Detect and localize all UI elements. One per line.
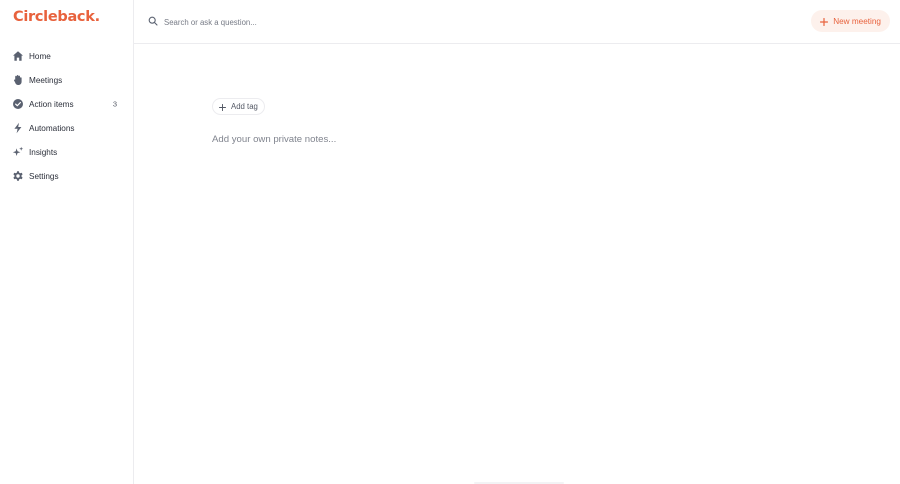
sidebar-nav: Home Meetings Action items 3 Automations… [0,44,134,188]
sidebar-item-label: Settings [29,171,59,181]
search-input[interactable] [164,17,394,27]
top-bar: New meeting [134,0,900,44]
check-circle-icon [12,98,24,110]
sidebar-item-label: Insights [29,147,58,157]
sidebar-item-label: Home [29,51,51,61]
action-items-count-badge: 3 [112,99,117,109]
main-content: Add tag [134,45,900,484]
sidebar-item-automations[interactable]: Automations [0,116,134,140]
sidebar-item-action-items[interactable]: Action items 3 [0,92,134,116]
plus-icon [820,14,829,29]
app-window: Circleback. Home Meetings Action items 3… [0,0,900,484]
meetings-hand-icon [12,74,24,86]
sidebar-item-label: Meetings [29,75,63,85]
lightning-icon [12,122,24,134]
sidebar-item-insights[interactable]: Insights [0,140,134,164]
sidebar-item-settings[interactable]: Settings [0,164,134,188]
plus-icon [218,99,227,114]
new-meeting-label: New meeting [833,16,881,26]
sparkles-icon [12,146,24,158]
sidebar-item-label: Action items [29,99,74,109]
search-bar [148,14,408,30]
search-icon [148,13,158,31]
add-tag-label: Add tag [231,102,258,111]
gear-icon [12,170,24,182]
home-icon [12,50,24,62]
sidebar-item-meetings[interactable]: Meetings [0,68,134,92]
add-tag-button[interactable]: Add tag [212,98,265,115]
circleback-logo[interactable]: Circleback. [13,9,100,25]
sidebar: Circleback. Home Meetings Action items 3… [0,0,134,484]
new-meeting-button[interactable]: New meeting [811,10,890,32]
private-notes-editor[interactable] [212,134,812,150]
sidebar-item-label: Automations [29,123,75,133]
sidebar-item-home[interactable]: Home [0,44,134,68]
